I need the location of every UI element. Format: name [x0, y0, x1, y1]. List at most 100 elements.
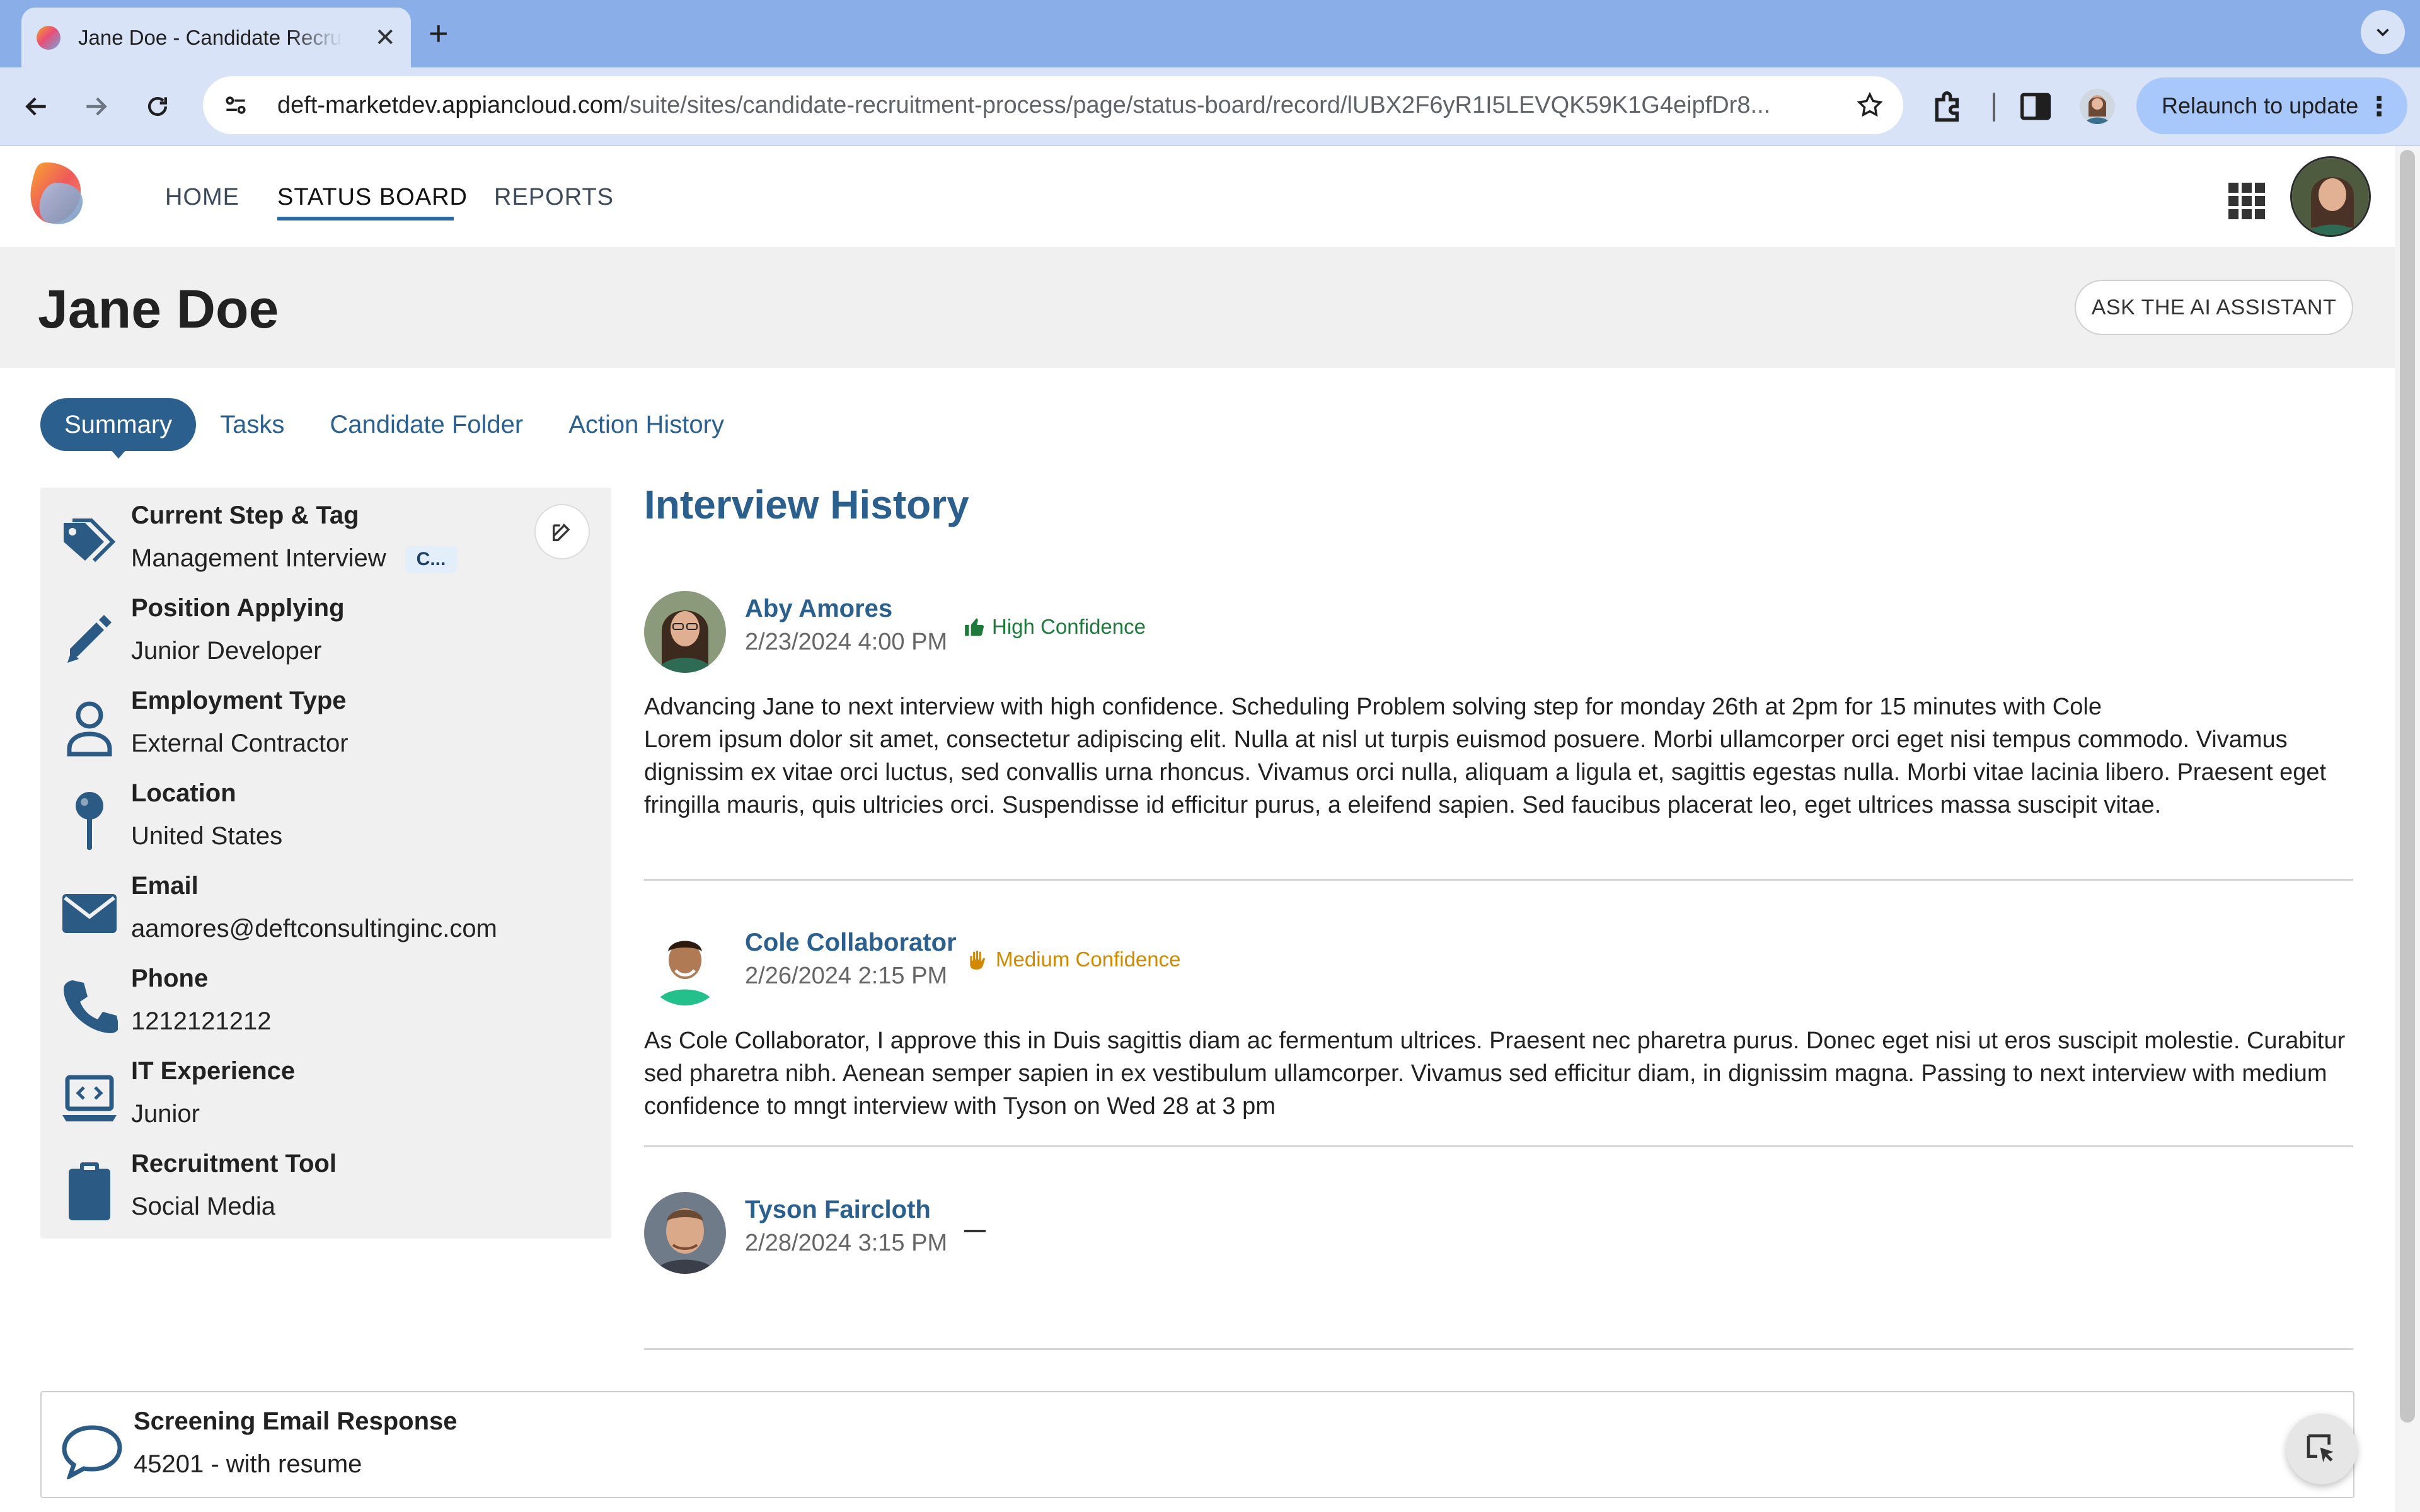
info-label: Recruitment Tool: [131, 1150, 337, 1177]
site-favicon-icon: [37, 25, 60, 50]
info-position: Position Applying Junior Developer: [40, 580, 611, 668]
bookmark-star-icon[interactable]: [1855, 91, 1884, 120]
interview-notes: Advancing Jane to next interview with hi…: [644, 694, 2327, 818]
interviewer-avatar: [644, 924, 726, 1005]
nav-active-underline: [277, 217, 454, 220]
tab-candidate-folder[interactable]: Candidate Folder: [330, 411, 523, 439]
back-arrow-icon[interactable]: [16, 86, 57, 127]
info-value: External Contractor: [131, 730, 349, 757]
interview-date: 2/26/2024 2:15 PM: [745, 963, 948, 989]
info-label: Position Applying: [131, 594, 345, 622]
browser-tab-strip: Jane Doe - Candidate Recruitment Process…: [0, 0, 2420, 67]
candidate-info-card: Current Step & Tag Management Interview C…: [40, 488, 611, 1239]
pencil-icon: [58, 604, 121, 667]
new-tab-plus-icon[interactable]: +: [429, 14, 449, 53]
thumbs-up-icon: [965, 618, 984, 636]
screening-label: Screening Email Response: [134, 1407, 458, 1435]
info-label: Employment Type: [131, 687, 347, 714]
cursor-select-icon: [2307, 1434, 2334, 1462]
pin-icon: [58, 789, 121, 852]
info-value: Management Interview C...: [131, 544, 458, 573]
interview-date: 2/23/2024 4:00 PM: [745, 629, 948, 655]
close-tab-icon[interactable]: ✕: [374, 25, 396, 50]
interviewer-avatar: [644, 591, 726, 673]
screening-email-card: Screening Email Response 45201 - with re…: [40, 1391, 2354, 1498]
more-vertical-icon[interactable]: ⋮: [2366, 91, 2392, 122]
record-tabs: Summary Tasks Candidate Folder Action Hi…: [40, 398, 769, 451]
info-label: Email: [131, 872, 199, 900]
phone-icon: [58, 975, 121, 1038]
app-grid-icon[interactable]: [2227, 181, 2266, 220]
edit-step-button[interactable]: [534, 504, 590, 559]
nav-status-board[interactable]: STATUS BOARD: [277, 184, 468, 211]
site-settings-icon[interactable]: [222, 91, 250, 119]
info-value: aamores@deftconsultinginc.com: [131, 915, 497, 942]
record-title-band: Jane Doe ASK THE AI ASSISTANT: [0, 247, 2395, 368]
person-icon: [58, 697, 121, 760]
chrome-profile-avatar[interactable]: [2080, 89, 2115, 124]
mail-icon: [58, 882, 121, 945]
url-text: deft-marketdev.appiancloud.com/suite/sit…: [277, 91, 1771, 118]
forward-arrow-icon[interactable]: [76, 86, 116, 127]
hand-icon: [970, 950, 985, 970]
interview-notes: As Cole Collaborator, I approve this in …: [644, 1028, 2346, 1120]
info-label: Phone: [131, 965, 209, 992]
screening-value: 45201 - with resume: [134, 1450, 362, 1478]
tab-summary[interactable]: Summary: [40, 398, 197, 451]
info-label: IT Experience: [131, 1057, 296, 1085]
tab-tasks[interactable]: Tasks: [220, 411, 284, 439]
info-value: Junior: [131, 1100, 200, 1128]
browser-tab-title: Jane Doe - Candidate Recruitment Process: [78, 25, 343, 49]
info-it-experience: IT Experience Junior: [40, 1043, 611, 1131]
interviewer-name-link[interactable]: Tyson Faircloth: [745, 1196, 931, 1224]
info-value: Junior Developer: [131, 637, 322, 665]
app-logo[interactable]: [25, 160, 98, 229]
step-tag-badge[interactable]: C...: [405, 546, 458, 573]
interview-date: 2/28/2024 3:15 PM: [745, 1230, 948, 1256]
info-employment-type: Employment Type External Contractor: [40, 673, 611, 761]
scrollbar-thumb[interactable]: [2400, 150, 2415, 1423]
info-value: 1212121212: [131, 1007, 272, 1035]
info-phone: Phone 1212121212: [40, 951, 611, 1039]
interviewer-avatar: [644, 1192, 726, 1274]
interviewer-name-link[interactable]: Aby Amores: [745, 595, 892, 623]
interviewer-name-link[interactable]: Cole Collaborator: [745, 929, 957, 957]
app-header: HOME STATUS BOARD REPORTS: [0, 146, 2395, 247]
edit-pencil-icon: [553, 524, 570, 541]
entry-divider: [644, 879, 2353, 881]
info-label: Current Step & Tag: [131, 501, 359, 529]
nav-reports[interactable]: REPORTS: [494, 184, 614, 211]
entry-divider: [644, 1145, 2353, 1147]
ask-ai-assistant-button[interactable]: ASK THE AI ASSISTANT: [2075, 280, 2353, 335]
user-avatar[interactable]: [2290, 156, 2371, 237]
interview-history-title: Interview History: [644, 482, 969, 527]
relaunch-to-update-button[interactable]: Relaunch to update ⋮: [2136, 77, 2407, 134]
browser-tab[interactable]: Jane Doe - Candidate Recruitment Process…: [21, 8, 411, 67]
no-confidence-dash: [964, 1230, 986, 1232]
info-recruitment-tool: Recruitment Tool Social Media: [40, 1136, 611, 1224]
tag-icon: [58, 512, 121, 575]
page-title: Jane Doe: [38, 279, 279, 340]
tab-search-chevron-icon[interactable]: [2361, 10, 2405, 54]
reload-icon[interactable]: [137, 86, 178, 127]
laptop-code-icon: [58, 1067, 121, 1130]
clipboard-icon: [58, 1160, 121, 1223]
side-panel-icon[interactable]: [2015, 86, 2056, 127]
tab-action-history[interactable]: Action History: [568, 411, 724, 439]
address-bar[interactable]: deft-marketdev.appiancloud.com/suite/sit…: [203, 76, 1903, 134]
confidence-badge: Medium Confidence: [965, 948, 1181, 971]
chat-bubble-icon: [62, 1425, 122, 1479]
page-scrollbar[interactable]: [2395, 146, 2420, 1512]
info-value: Social Media: [131, 1193, 276, 1220]
floating-action-button[interactable]: [2286, 1414, 2357, 1484]
info-label: Location: [131, 779, 236, 807]
toolbar-separator: [1993, 93, 1995, 122]
info-location: Location United States: [40, 765, 611, 854]
info-current-step: Current Step & Tag Management Interview C…: [40, 488, 611, 576]
nav-home[interactable]: HOME: [165, 184, 239, 211]
browser-toolbar: deft-marketdev.appiancloud.com/suite/sit…: [0, 67, 2420, 146]
confidence-badge: High Confidence: [963, 615, 1146, 639]
extensions-puzzle-icon[interactable]: [1928, 86, 1969, 127]
entry-divider: [644, 1348, 2353, 1350]
info-email: Email aamores@deftconsultinginc.com: [40, 858, 611, 946]
